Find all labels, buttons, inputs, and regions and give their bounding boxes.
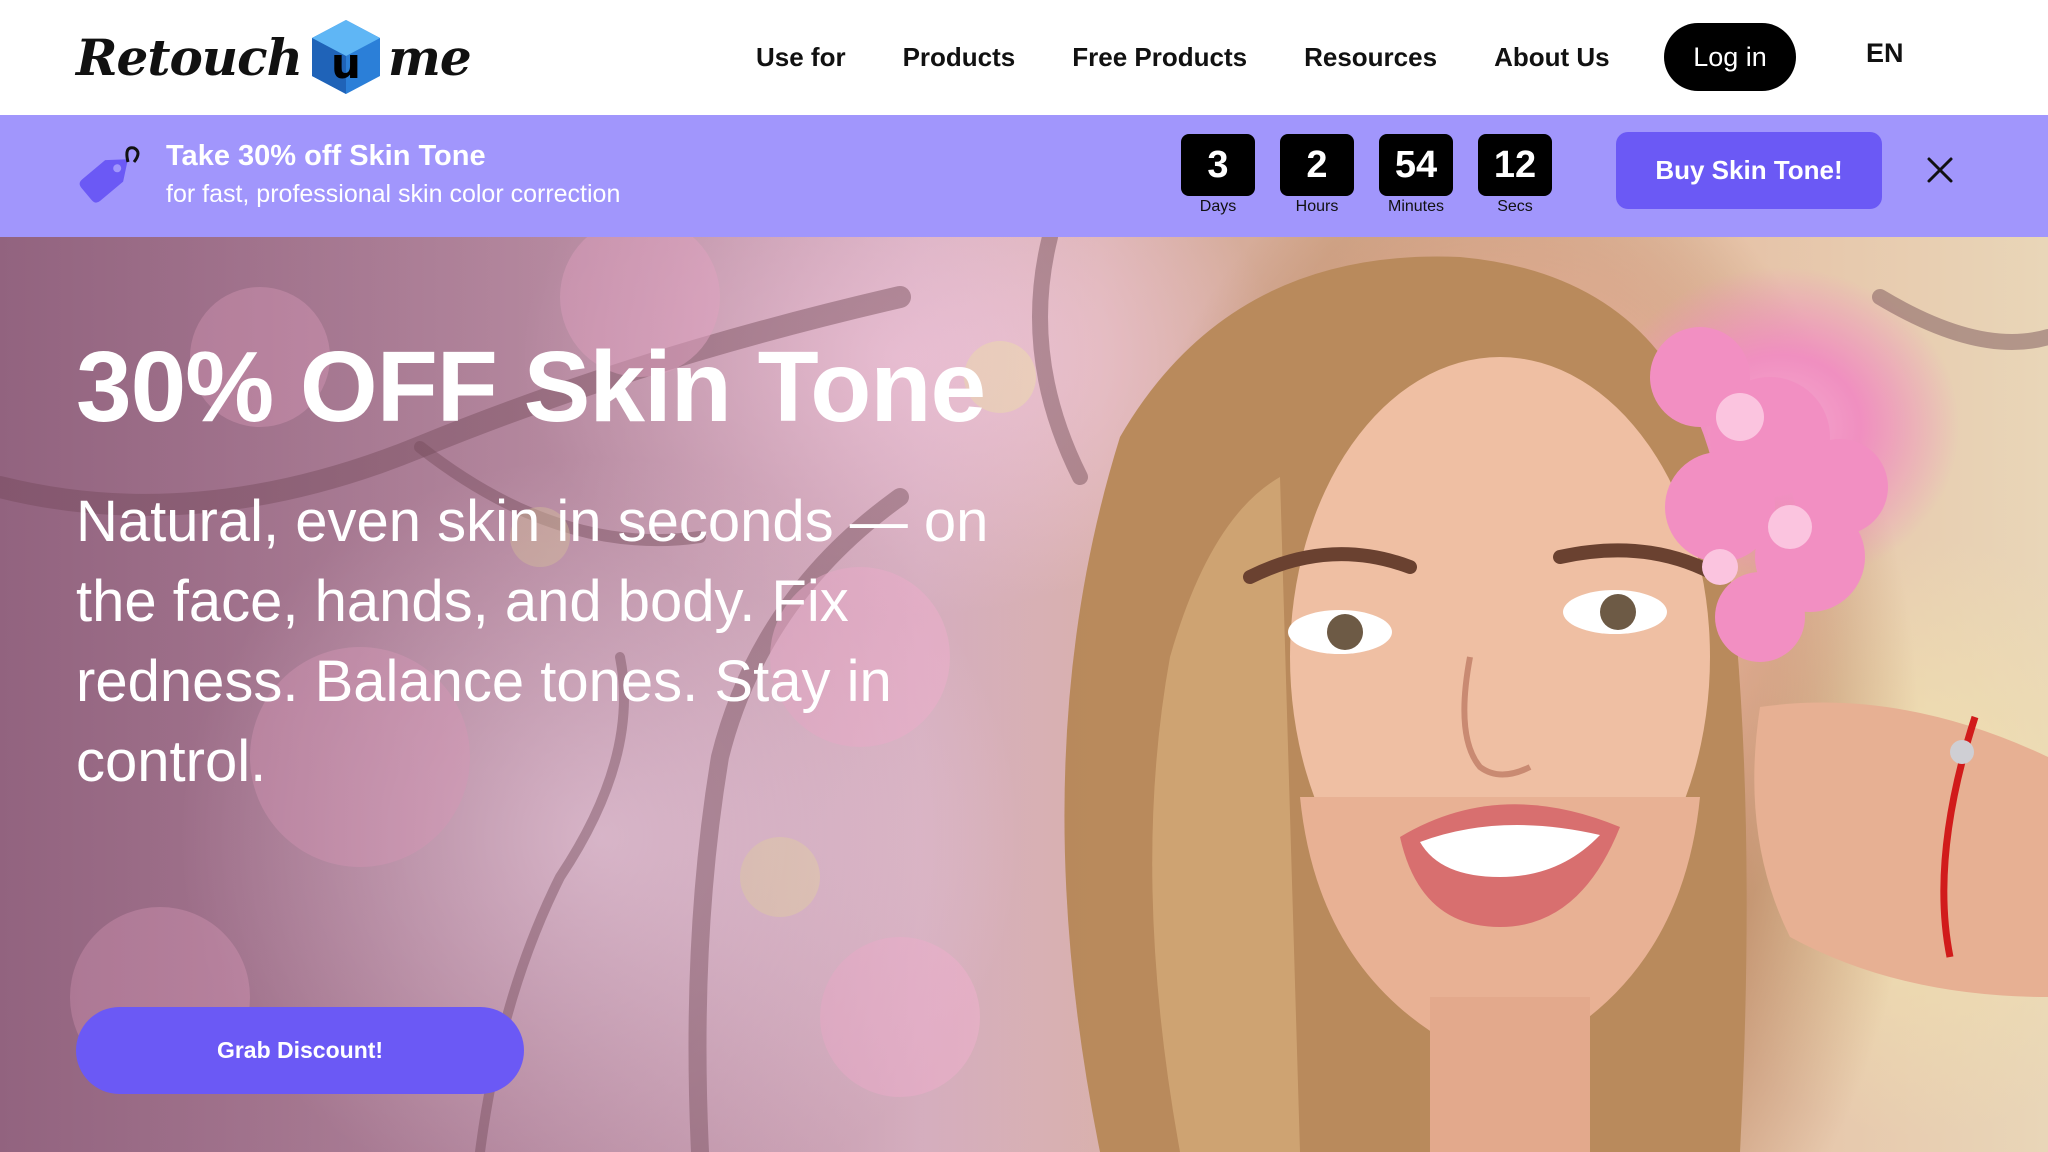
grab-discount-button[interactable]: Grab Discount! bbox=[76, 1007, 524, 1094]
countdown-minutes-label: Minutes bbox=[1387, 198, 1445, 215]
language-selector[interactable]: EN bbox=[1866, 38, 1904, 69]
countdown-secs-label: Secs bbox=[1497, 198, 1533, 215]
buy-skin-tone-button[interactable]: Buy Skin Tone! bbox=[1616, 132, 1882, 209]
hero-title: 30% OFF Skin Tone bbox=[76, 331, 986, 443]
countdown-days-label: Days bbox=[1199, 198, 1237, 215]
countdown-hours-label: Hours bbox=[1295, 198, 1339, 215]
logo-cube-icon: u bbox=[311, 20, 380, 94]
nav-resources[interactable]: Resources bbox=[1304, 42, 1437, 73]
promo-subtitle: for fast, professional skin color correc… bbox=[166, 180, 621, 208]
hero-subtitle: Natural, even skin in seconds — on the f… bbox=[76, 489, 989, 794]
nav-about-us[interactable]: About Us bbox=[1494, 42, 1610, 73]
site-header: Retouch u me Use for Products Free Produ… bbox=[0, 0, 2048, 115]
countdown-secs-value: 12 bbox=[1478, 134, 1552, 196]
logo-cube-letter: u bbox=[331, 39, 361, 88]
countdown-hours-value: 2 bbox=[1280, 134, 1354, 196]
nav-products[interactable]: Products bbox=[903, 42, 1016, 73]
login-button[interactable]: Log in bbox=[1664, 23, 1796, 91]
countdown-days-value: 3 bbox=[1181, 134, 1255, 196]
promo-title: Take 30% off Skin Tone bbox=[166, 140, 486, 172]
close-icon[interactable] bbox=[1926, 156, 1954, 184]
logo[interactable]: Retouch u me bbox=[76, 18, 472, 96]
logo-text-right: me bbox=[387, 27, 472, 87]
logo-text-left: Retouch bbox=[76, 27, 303, 87]
main-nav: Use for Products Free Products Resources… bbox=[756, 0, 1667, 115]
nav-free-products[interactable]: Free Products bbox=[1072, 42, 1247, 73]
nav-use-for[interactable]: Use for bbox=[756, 42, 846, 73]
countdown-minutes-value: 54 bbox=[1379, 134, 1453, 196]
price-tag-icon bbox=[79, 146, 140, 203]
